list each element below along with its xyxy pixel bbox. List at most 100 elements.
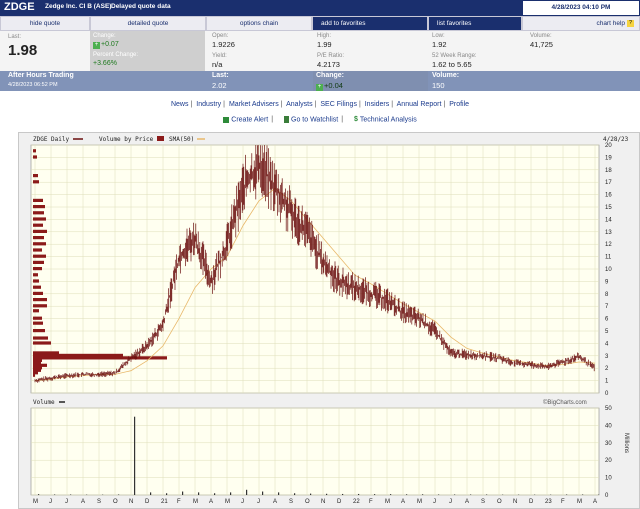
volume-by-price-bar <box>33 229 47 233</box>
volume-label: Volume: <box>530 33 552 39</box>
detailed-quote-tab[interactable]: detailed quote <box>90 16 206 31</box>
ticker-symbol: ZDGE <box>4 1 35 13</box>
options-chain-tab[interactable]: options chain <box>206 16 312 31</box>
price-tick-label: 9 <box>605 279 609 285</box>
month-tick-label: N <box>321 499 325 505</box>
link-annual-report[interactable]: Annual Report <box>397 101 442 108</box>
research-links: News | Industry | Market Advisers | Analyst… <box>0 101 640 108</box>
low-label: Low: <box>432 33 445 39</box>
quote-tabs: hide quote detailed quote options chain … <box>0 16 640 31</box>
month-tick-label: N <box>129 499 133 505</box>
month-tick-label: D <box>337 499 342 505</box>
pe-label: P/E Ratio: <box>317 53 345 59</box>
volume-value: 41,725 <box>530 40 553 49</box>
month-tick-label: J <box>433 499 436 505</box>
link-separator: | <box>280 101 283 108</box>
link-separator: | <box>358 101 361 108</box>
add-favorites-tab[interactable]: add to favorites <box>312 16 428 31</box>
volume-by-price-bar <box>33 309 39 313</box>
volume-bar <box>454 494 456 495</box>
volume-axis: 50 40 30 20 10 0 <box>605 406 612 499</box>
price-axis: 01234567891011121314151617181920 <box>605 143 612 397</box>
volume-bar <box>134 416 136 495</box>
volume-bar <box>150 492 152 495</box>
month-tick-label: M <box>193 499 198 505</box>
legend-daily: ZDGE Daily <box>33 136 70 143</box>
ah-change-cell: Change: + +0.04 <box>313 71 428 91</box>
volume-by-price-bar <box>33 180 39 184</box>
volume-by-price-bar <box>33 260 44 264</box>
after-hours-bar: After Hours Trading 4/28/2023 06:52 PM L… <box>0 71 640 91</box>
volume-by-price-bar <box>33 198 43 202</box>
volume-by-price-bar <box>33 336 48 340</box>
create-alert-link[interactable]: Create Alert <box>231 116 268 123</box>
month-tick-label: A <box>209 499 213 505</box>
ah-last-label: Last: <box>212 72 229 79</box>
last-label: Last: <box>8 34 22 40</box>
chart-help-tab[interactable]: chart help? <box>522 16 640 31</box>
link-industry[interactable]: Industry <box>196 101 221 108</box>
volume-tick-label: 0 <box>605 493 609 499</box>
link-sec-filings[interactable]: SEC Filings <box>320 101 357 108</box>
quote-datetime: 4/28/2023 04:10 PM <box>522 0 640 16</box>
quote-header: ZDGE Zedge Inc. Cl B (ASE) Delayed quote… <box>0 0 640 16</box>
pe-cell: P/E Ratio: 4.2173 <box>317 53 344 69</box>
price-chart[interactable]: 01234567891011121314151617181920 ZDGE Da… <box>19 133 639 508</box>
month-tick-label: A <box>465 499 469 505</box>
link-insiders[interactable]: Insiders <box>365 101 390 108</box>
volume-bar <box>230 492 232 495</box>
volume-by-price-bar <box>33 236 44 240</box>
volume-tick-label: 20 <box>605 458 612 464</box>
high-value: 1.99 <box>317 40 332 49</box>
legend-vbp-swatch <box>157 136 164 141</box>
volume-bar <box>342 493 344 495</box>
last-price: 1.98 <box>8 42 38 59</box>
link-market-advisers[interactable]: Market Advisers <box>229 101 279 108</box>
hide-quote-tab[interactable]: hide quote <box>0 16 90 31</box>
volume-bar <box>262 491 264 495</box>
month-tick-label: 21 <box>161 499 168 505</box>
volume-bar <box>390 494 392 495</box>
options-chain-label: options chain <box>239 20 279 27</box>
chart-date: 4/28/23 <box>603 136 629 143</box>
percent-change-value: +3.66% <box>93 60 117 67</box>
list-favorites-tab[interactable]: list favorites <box>428 16 522 31</box>
month-tick-label: A <box>273 499 277 505</box>
week52-label: 52 Week Range: <box>432 53 477 59</box>
price-tick-label: 0 <box>605 391 609 397</box>
link-analysts[interactable]: Analysts <box>286 101 312 108</box>
month-tick-label: M <box>33 499 38 505</box>
link-news[interactable]: News <box>171 101 189 108</box>
month-tick-label: O <box>497 499 502 505</box>
open-value: 1.9226 <box>212 40 235 49</box>
volume-by-price-bar <box>33 304 47 308</box>
volume-by-price-bar <box>33 279 39 283</box>
month-tick-label: D <box>145 499 150 505</box>
price-tick-label: 12 <box>605 242 612 248</box>
month-tick-label: S <box>289 499 293 505</box>
volume-bar <box>214 493 216 495</box>
month-tick-label: M <box>385 499 390 505</box>
chart-help-label: chart help <box>596 20 625 27</box>
quote-page: ZDGE Zedge Inc. Cl B (ASE) Delayed quote… <box>0 0 640 509</box>
volume-bar <box>166 493 168 495</box>
price-tick-label: 11 <box>605 255 612 261</box>
alert-icon <box>223 116 230 123</box>
volume-by-price-bar <box>33 223 43 227</box>
ah-last-value: 2.02 <box>212 81 227 90</box>
volume-bar <box>566 494 568 495</box>
watchlist-link[interactable]: Go to Watchlist <box>291 116 338 123</box>
change-box: Change: + +0.07 Percent Change: +3.66% <box>90 31 205 71</box>
link-profile[interactable]: Profile <box>449 101 469 108</box>
volume-bar <box>422 494 424 495</box>
delayed-notice: Delayed quote data <box>111 3 171 10</box>
month-tick-label: M <box>417 499 422 505</box>
volume-by-price-bar <box>33 248 42 252</box>
month-tick-label: M <box>577 499 582 505</box>
detailed-quote-label: detailed quote <box>127 20 169 27</box>
technical-analysis-link[interactable]: Technical Analysis <box>360 116 417 123</box>
millions-label: Millions <box>623 433 629 453</box>
month-tick-label: 22 <box>353 499 360 505</box>
volume-by-price-bar <box>33 174 38 178</box>
volume-by-price-bar <box>33 254 46 258</box>
